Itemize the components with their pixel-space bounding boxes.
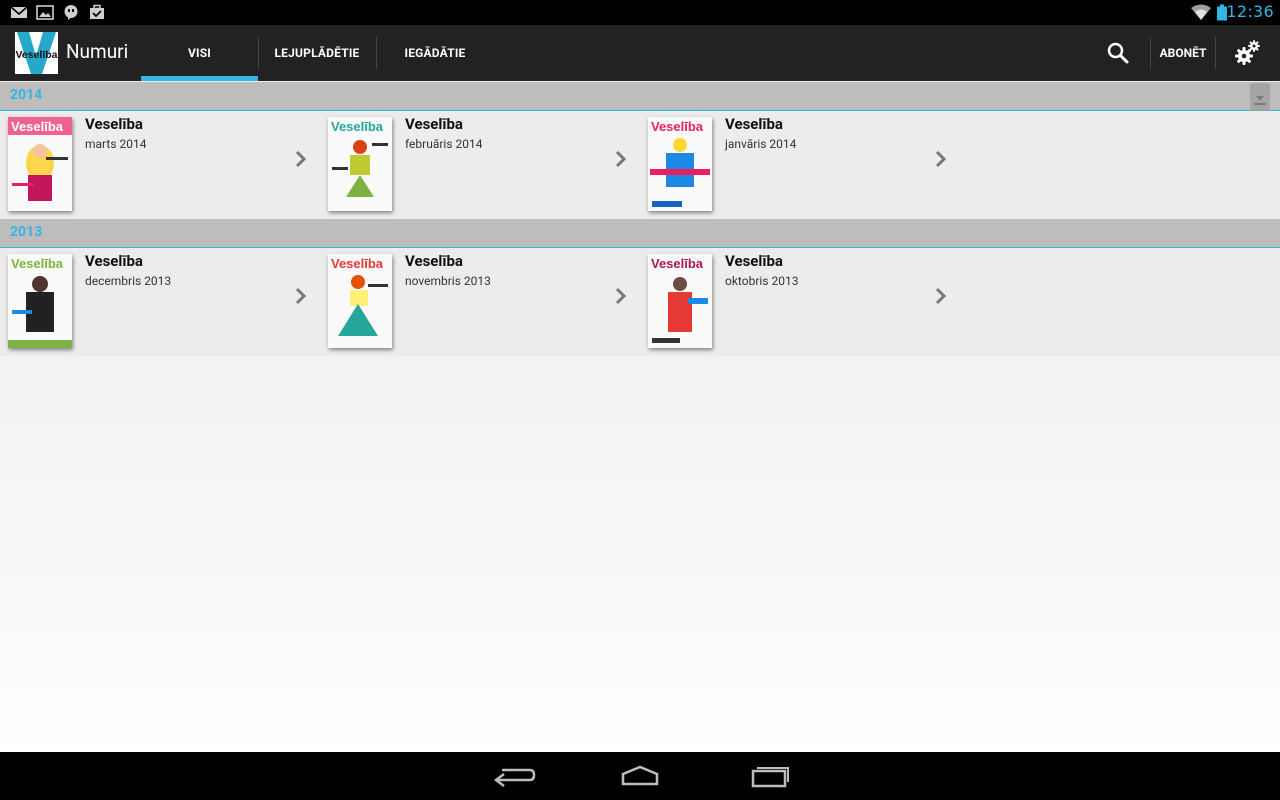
section-year: 2014 (10, 87, 43, 103)
briefcase-icon (90, 4, 104, 19)
issue-date: janvāris 2014 (725, 137, 797, 151)
issue-title: Veselība (725, 252, 783, 270)
issue-title: Veselība (405, 252, 463, 270)
svg-text:Veselība: Veselība (331, 119, 384, 134)
gmail-icon (10, 6, 28, 18)
section-header-2014: 2014 (0, 82, 1280, 111)
issue-date: oktobris 2013 (725, 274, 799, 288)
cover-image: Veselība (328, 254, 392, 348)
cover-image: Veselība (8, 254, 72, 348)
issue-card[interactable]: Veselība Veselība decembris 2013 (0, 248, 320, 356)
section-header-2013: 2013 (0, 219, 1280, 248)
svg-text:Veselība: Veselība (11, 256, 64, 271)
home-icon[interactable] (610, 758, 670, 794)
app-logo[interactable]: Veselība (15, 32, 58, 74)
section-row-2014: Veselība Veselība marts 2014 Veselība Ve… (0, 111, 1280, 219)
tab-purchased[interactable]: IEGĀDĀTIE (376, 25, 494, 81)
subscribe-label: ABONĒT (1159, 46, 1207, 60)
app-title: Numuri (66, 40, 129, 63)
issue-title: Veselība (85, 115, 143, 133)
section-row-2013: Veselība Veselība decembris 2013 Veselīb… (0, 248, 1280, 356)
issue-date: marts 2014 (85, 137, 147, 151)
chevron-right-icon (615, 287, 627, 305)
tab-label: IEGĀDĀTIE (404, 46, 466, 60)
settings-icon (1235, 40, 1260, 65)
issues-list[interactable]: 2014 Veselība Veselība marts 2014 Veselī… (0, 81, 1280, 752)
search-icon (1107, 42, 1129, 64)
cover-image: Veselība (648, 254, 712, 348)
svg-text:Veselība: Veselība (15, 49, 57, 61)
issue-card[interactable]: Veselība Veselība marts 2014 (0, 111, 320, 219)
tab-all[interactable]: VISI (141, 25, 258, 81)
tab-downloaded[interactable]: LEJUPLĀDĒTIE (258, 25, 376, 81)
chevron-right-icon (935, 150, 947, 168)
chevron-right-icon (295, 150, 307, 168)
clock: 12:36 (1226, 2, 1274, 21)
issue-title: Veselība (725, 115, 783, 133)
chat-icon (64, 5, 78, 20)
recent-apps-icon[interactable] (738, 758, 798, 794)
issue-card[interactable]: Veselība Veselība janvāris 2014 (640, 111, 960, 219)
svg-text:Veselība: Veselība (331, 256, 384, 271)
tab-label: VISI (187, 46, 212, 60)
back-icon[interactable] (482, 758, 542, 794)
section-year: 2013 (10, 224, 43, 240)
issue-date: februāris 2014 (405, 137, 483, 151)
search-button[interactable] (1092, 25, 1144, 81)
cover-image: Veselība (648, 117, 712, 211)
issue-date: decembris 2013 (85, 274, 172, 288)
wifi-icon (1191, 4, 1211, 20)
issue-card[interactable]: Veselība Veselība februāris 2014 (320, 111, 640, 219)
gallery-icon (36, 5, 54, 20)
tab-label: LEJUPLĀDĒTIE (274, 46, 360, 60)
issue-date: novembris 2013 (405, 274, 491, 288)
settings-button[interactable] (1222, 25, 1274, 81)
divider (1215, 37, 1216, 69)
screen: 12:36 Veselība Numuri VISI LEJUPLĀDĒTIE … (0, 0, 1280, 800)
svg-text:Veselība: Veselība (11, 119, 64, 134)
veseliba-logo-icon: Veselība (15, 32, 58, 74)
issue-card[interactable]: Veselība Veselība oktobris 2013 (640, 248, 960, 356)
cover-image: Veselība (328, 117, 392, 211)
chevron-right-icon (295, 287, 307, 305)
issue-card[interactable]: Veselība Veselība novembris 2013 (320, 248, 640, 356)
chevron-right-icon (935, 287, 947, 305)
status-bar: 12:36 (0, 0, 1280, 25)
divider (1150, 37, 1151, 69)
issue-title: Veselība (405, 115, 463, 133)
svg-text:Veselība: Veselība (651, 119, 704, 134)
chevron-right-icon (615, 150, 627, 168)
action-bar: Veselība Numuri VISI LEJUPLĀDĒTIE IEGĀDĀ… (0, 25, 1280, 81)
issue-title: Veselība (85, 252, 143, 270)
svg-text:Veselība: Veselība (651, 256, 704, 271)
subscribe-button[interactable]: ABONĒT (1152, 25, 1214, 81)
navigation-bar (0, 752, 1280, 800)
cover-image: Veselība (8, 117, 72, 211)
